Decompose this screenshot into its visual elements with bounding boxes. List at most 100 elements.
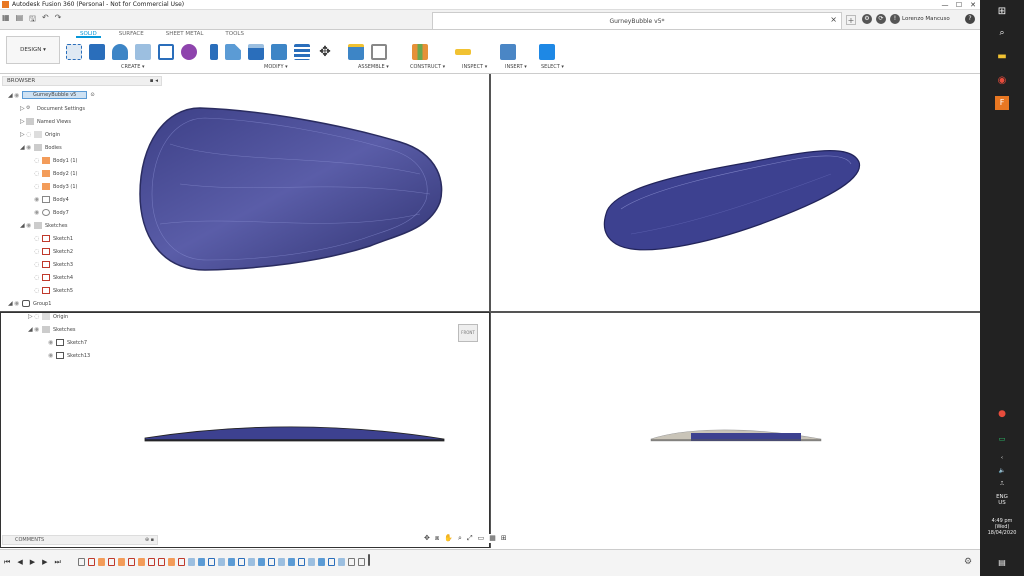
tree-body7[interactable]: ◉ Body7 [34,209,69,216]
look-at-icon[interactable]: ⧈ [435,534,439,543]
new-tab-button[interactable]: + [846,15,856,25]
comments-panel[interactable]: COMMENTS ⊕ ▪ [2,535,158,545]
tree-body4[interactable]: ◉ Body4 [34,196,69,203]
timeline-feature[interactable] [288,558,295,566]
help-icon[interactable]: ? [965,14,975,24]
timeline-feature[interactable] [218,558,225,566]
timeline-feature[interactable] [308,558,315,566]
timeline-feature[interactable] [88,558,95,566]
redo-icon[interactable]: ↷ [55,13,62,27]
step-forward-icon[interactable]: ▶ [42,558,47,567]
job-status-icon[interactable]: ⟳ [876,14,886,24]
search-icon[interactable]: ⌕ [991,24,1013,42]
timeline-feature[interactable] [158,558,165,566]
new-component-icon[interactable] [348,44,364,60]
joint-icon[interactable] [371,44,387,60]
tree-sketch5[interactable]: ◌ Sketch5 [34,287,73,294]
language-indicator[interactable]: ENG US [980,494,1024,506]
timeline-feature[interactable] [188,558,195,566]
fit-icon[interactable]: ⤢ [467,534,473,543]
tree-group1-origin[interactable]: ▷ ◌ Origin [28,313,68,320]
timeline-feature[interactable] [98,558,105,566]
construct-menu[interactable]: CONSTRUCT ▾ [410,64,445,70]
timeline-feature[interactable] [208,558,215,566]
move-icon[interactable]: ✥ [317,44,333,60]
step-back-icon[interactable]: ◀ [17,558,22,567]
press-pull-icon[interactable] [210,44,218,60]
revolve-icon[interactable] [112,44,128,60]
timeline-feature[interactable] [118,558,125,566]
tree-body2[interactable]: ◌ Body2 (1) [34,170,77,177]
timeline-marker[interactable] [368,554,370,566]
document-tab[interactable]: GurneyBubble v5* × [432,12,842,29]
assemble-menu[interactable]: ASSEMBLE ▾ [358,64,389,70]
fillet-icon[interactable] [225,44,241,60]
timeline-settings-icon[interactable]: ⚙ [964,557,972,567]
timeline-feature[interactable] [128,558,135,566]
sweep-icon[interactable] [135,44,151,60]
close-window-button[interactable]: ✕ [966,0,980,10]
browser-root[interactable]: ◢ ◉ GurneyBubble v5 ⊙ [8,91,95,99]
measure-icon[interactable] [455,49,471,55]
tree-group1[interactable]: ◢ ◉ Group1 [8,300,51,307]
start-menu-icon[interactable]: ⊞ [991,3,1013,21]
timeline-feature[interactable] [258,558,265,566]
workspace-switcher[interactable]: DESIGN ▾ [6,36,60,64]
add-comment-icon[interactable]: ⊕ ▪ [145,536,154,545]
timeline-feature[interactable] [298,558,305,566]
timeline-feature[interactable] [328,558,335,566]
tab-sheet-metal[interactable]: SHEET METAL [162,30,208,38]
display-settings-icon[interactable]: ▭ [478,534,485,543]
minimize-button[interactable]: — [938,0,952,10]
save-icon[interactable]: 🖫 [29,13,36,27]
timeline-feature[interactable] [78,558,85,566]
timeline-feature[interactable] [358,558,365,566]
timeline-feature[interactable] [198,558,205,566]
viewport-right[interactable] [491,313,980,548]
timeline-feature[interactable] [248,558,255,566]
tree-bodies[interactable]: ◢ ◉ Bodies [20,144,62,151]
tree-origin[interactable]: ▷ ◌ Origin [20,131,60,138]
chrome-icon[interactable]: ◉ [991,72,1013,90]
tree-sketch1[interactable]: ◌ Sketch1 [34,235,73,242]
tree-sketch13[interactable]: ◉ Sketch13 [48,352,90,359]
fusion-taskbar-icon[interactable]: F [995,96,1009,110]
tree-document-settings[interactable]: ▷ ⚙ Document Settings [20,105,85,112]
clock[interactable]: 4:49 pm (Wed) 18/04/2020 [980,518,1024,536]
timeline-feature[interactable] [238,558,245,566]
browser-pin-icon[interactable]: ▪ ◂ [150,77,158,86]
combine-icon[interactable] [271,44,287,60]
timeline-feature[interactable] [268,558,275,566]
timeline-feature[interactable] [178,558,185,566]
viewcube[interactable]: FRONT [458,324,478,342]
tab-solid[interactable]: SOLID [76,30,101,38]
pan-icon[interactable]: ✋ [444,534,453,543]
tab-surface[interactable]: SURFACE [115,30,148,38]
go-to-start-icon[interactable]: ⏮ [4,558,10,567]
extrude-icon[interactable] [89,44,105,60]
zoom-window-icon[interactable]: ⌕ [458,534,462,543]
timeline-feature[interactable] [168,558,175,566]
insert-menu[interactable]: INSERT ▾ [505,64,527,70]
file-explorer-icon[interactable]: ▬ [991,48,1013,66]
inspect-menu[interactable]: INSPECT ▾ [462,64,487,70]
insert-image-icon[interactable] [500,44,516,60]
notification-center-icon[interactable]: ▤ [980,558,1024,567]
form-icon[interactable] [181,44,197,60]
orbit-icon[interactable]: ✥ [424,534,430,543]
timeline-feature[interactable] [108,558,115,566]
timeline-feature[interactable] [348,558,355,566]
target-icon[interactable]: ⊙ [90,92,94,98]
tab-tools[interactable]: TOOLS [221,30,248,38]
extensions-icon[interactable]: ⚙ [862,14,872,24]
create-menu[interactable]: CREATE ▾ [121,64,144,70]
notifications-icon[interactable]: ! [890,14,900,24]
shell-icon[interactable] [248,44,264,60]
timeline-feature[interactable] [318,558,325,566]
split-body-icon[interactable] [294,44,310,60]
network-icon[interactable]: ⎍ [980,481,1024,488]
timeline-feature[interactable] [148,558,155,566]
go-to-end-icon[interactable]: ⏭ [54,558,60,567]
tree-sketch3[interactable]: ◌ Sketch3 [34,261,73,268]
battery-icon[interactable]: ▭ [991,430,1013,448]
